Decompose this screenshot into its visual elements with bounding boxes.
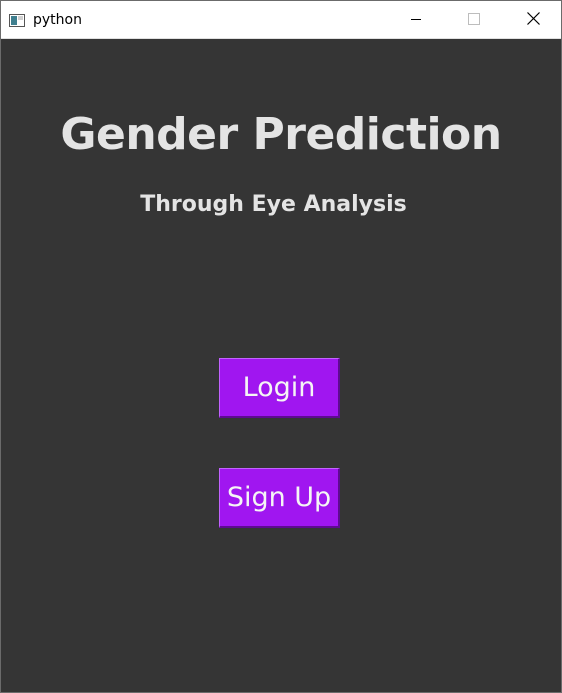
page-subtitle: Through Eye Analysis (140, 192, 407, 217)
app-window: python Gender Prediction Through Eye Ana… (0, 0, 562, 693)
page-title: Gender Prediction (60, 109, 502, 160)
maximize-button[interactable] (451, 1, 497, 38)
maximize-icon (468, 10, 480, 29)
tk-window-icon (9, 12, 25, 27)
close-button[interactable] (510, 1, 556, 38)
minimize-button[interactable] (393, 1, 439, 38)
minimize-icon (410, 10, 422, 29)
login-button[interactable]: Login (219, 358, 340, 418)
window-title: python (33, 12, 82, 28)
sign-up-button[interactable]: Sign Up (219, 468, 340, 528)
title-bar[interactable]: python (1, 1, 561, 39)
close-icon (526, 10, 540, 29)
